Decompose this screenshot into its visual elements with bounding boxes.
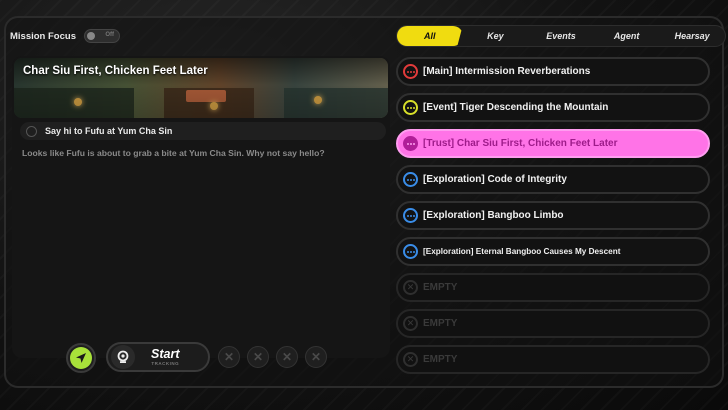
empty-slot-label: EMPTY	[423, 353, 458, 365]
exploration-quest-icon	[403, 244, 418, 259]
quest-item-label: [Trust] Char Siu First, Chicken Feet Lat…	[423, 137, 618, 149]
event-quest-icon	[403, 100, 418, 115]
empty-slot-close-icon: ✕	[276, 346, 298, 368]
quest-slot-empty: ✕ EMPTY	[396, 345, 710, 374]
tab-hearsay[interactable]: Hearsay	[659, 26, 725, 46]
quest-item-exploration[interactable]: [Exploration] Eternal Bangboo Causes My …	[396, 237, 710, 266]
empty-slot-close-icon: ✕	[403, 316, 418, 331]
trust-quest-icon	[403, 136, 418, 151]
exploration-quest-icon	[403, 208, 418, 223]
quest-item-label: [Main] Intermission Reverberations	[423, 65, 591, 77]
navigate-button[interactable]	[66, 343, 96, 373]
quest-item-label: [Exploration] Bangboo Limbo	[423, 209, 564, 221]
quest-objective: Say hi to Fufu at Yum Cha Sin	[20, 122, 386, 140]
quest-description: Looks like Fufu is about to grab a bite …	[22, 148, 325, 158]
mission-focus-label: Mission Focus	[10, 30, 76, 42]
quest-item-event[interactable]: [Event] Tiger Descending the Mountain	[396, 93, 710, 122]
quest-item-trust-selected[interactable]: [Trust] Char Siu First, Chicken Feet Lat…	[396, 129, 710, 158]
toggle-state: Off	[105, 32, 114, 38]
objective-text: Say hi to Fufu at Yum Cha Sin	[45, 126, 173, 136]
objective-circle-icon	[26, 125, 37, 137]
empty-slot-label: EMPTY	[423, 317, 458, 329]
quest-item-label: [Exploration] Eternal Bangboo Causes My …	[423, 247, 621, 256]
empty-slot-label: EMPTY	[423, 281, 458, 293]
quest-item-exploration[interactable]: [Exploration] Code of Integrity	[396, 165, 710, 194]
quest-item-exploration[interactable]: [Exploration] Bangboo Limbo	[396, 201, 710, 230]
empty-slot-close-icon: ✕	[305, 346, 327, 368]
quest-item-label: [Exploration] Code of Integrity	[423, 173, 567, 185]
empty-slot-close-icon: ✕	[403, 280, 418, 295]
tab-all[interactable]: All	[397, 26, 463, 46]
quest-detail-panel: Char Siu First, Chicken Feet Later Say h…	[12, 56, 390, 358]
mission-focus: Mission Focus Off	[10, 27, 120, 45]
tab-events[interactable]: Events	[528, 26, 594, 46]
quest-slot-empty: ✕ EMPTY	[396, 309, 710, 338]
exploration-quest-icon	[403, 172, 418, 187]
tracking-label: TRACKING	[151, 361, 180, 366]
quest-item-main[interactable]: [Main] Intermission Reverberations	[396, 57, 710, 86]
mission-focus-toggle[interactable]: Off	[83, 29, 120, 43]
navigate-arrow-icon	[70, 347, 92, 369]
tab-agent[interactable]: Agent	[594, 26, 660, 46]
quest-title: Char Siu First, Chicken Feet Later	[23, 65, 208, 77]
quest-slot-empty: ✕ EMPTY	[396, 273, 710, 302]
start-tracking-button[interactable]: Start TRACKING	[106, 342, 210, 372]
quest-tabs: All Key Events Agent Hearsay	[396, 25, 726, 47]
tracking-camera-icon	[111, 345, 135, 369]
start-label: Start	[151, 347, 180, 361]
quest-item-label: [Event] Tiger Descending the Mountain	[423, 101, 609, 113]
quest-banner-image: Char Siu First, Chicken Feet Later	[14, 58, 388, 118]
empty-slot-close-icon: ✕	[247, 346, 269, 368]
toggle-knob	[86, 32, 95, 40]
empty-slot-close-icon: ✕	[218, 346, 240, 368]
main-quest-icon	[403, 64, 418, 79]
tab-key[interactable]: Key	[463, 26, 529, 46]
empty-slot-close-icon: ✕	[403, 352, 418, 367]
